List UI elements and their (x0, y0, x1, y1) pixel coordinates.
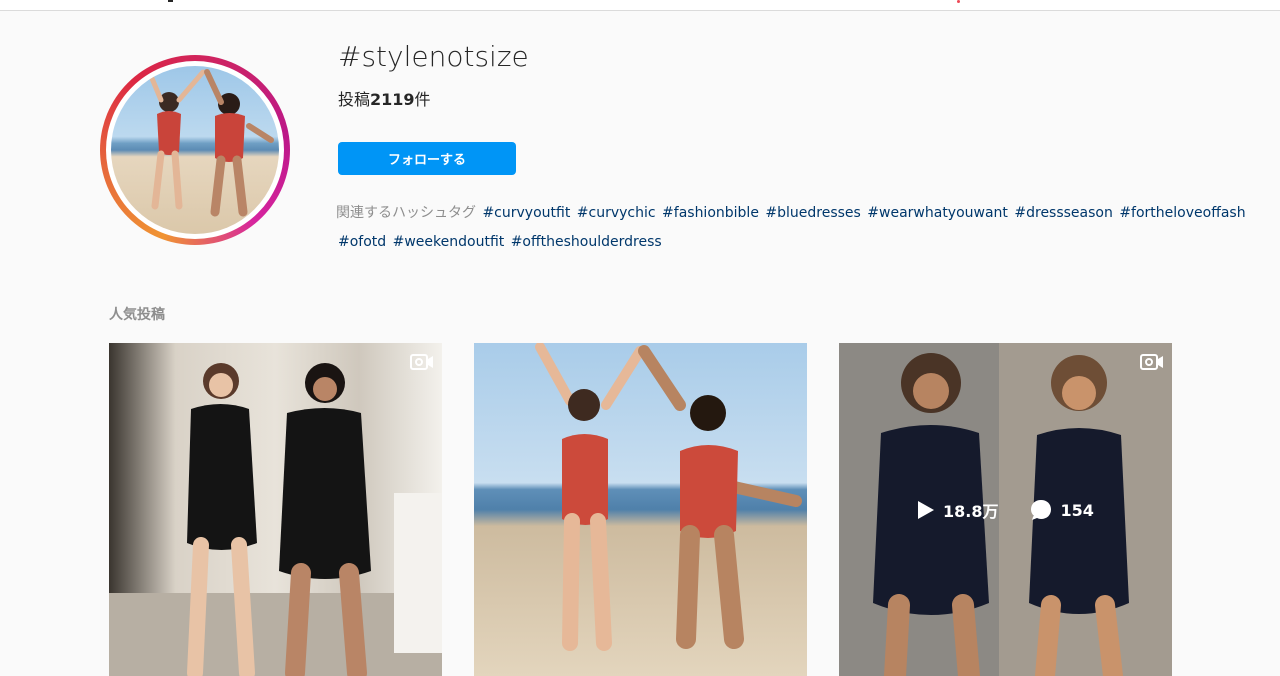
post-count-suffix: 件 (414, 90, 431, 109)
related-hashtag-link[interactable]: #ofotd (338, 234, 386, 250)
video-camera-icon (410, 354, 433, 370)
related-hashtag-link[interactable]: #bluedresses (765, 205, 860, 221)
related-hashtag-link[interactable]: #weekendoutfit (393, 234, 505, 250)
post-1-illustration (109, 363, 442, 676)
comment-count: 154 (1030, 499, 1094, 521)
post-count: 投稿2119件 (338, 86, 431, 110)
post-hover-stats: 18.8万 154 (917, 498, 1094, 522)
avatar-image (111, 66, 279, 234)
hashtag-title: #stylenotsize (338, 40, 529, 73)
notification-dot[interactable] (957, 0, 960, 3)
view-count: 18.8万 (917, 498, 998, 522)
avatar-photo-illustration (148, 69, 274, 217)
follow-button[interactable]: フォローする (338, 142, 516, 175)
avatar-border (106, 61, 284, 239)
post-thumbnail-1[interactable] (109, 343, 442, 676)
nav-fragment (168, 0, 173, 2)
comment-count-value: 154 (1060, 500, 1094, 520)
video-camera-icon (1140, 354, 1163, 370)
post-count-prefix: 投稿 (338, 90, 371, 109)
related-hashtag-link[interactable]: #curvyoutfit (482, 205, 570, 221)
related-hashtag-link[interactable]: #fortheloveoffash (1119, 205, 1245, 221)
post-thumbnail-3[interactable]: 18.8万 154 (839, 343, 1172, 676)
top-posts-heading: 人気投稿 (109, 307, 165, 323)
play-icon (918, 501, 934, 519)
comment-bubble-icon (1031, 500, 1052, 520)
related-hashtags-label: 関連するハッシュタグ (336, 205, 476, 221)
related-hashtags: 関連するハッシュタグ #curvyoutfit #curvychic #fash… (336, 199, 1280, 257)
post-count-value: 2119 (370, 90, 415, 109)
related-hashtag-link[interactable]: #wearwhatyouwant (867, 205, 1008, 221)
related-hashtag-link[interactable]: #offtheshoulderdress (511, 234, 662, 250)
post-2-illustration (535, 343, 802, 651)
related-hashtag-link[interactable]: #fashionbible (662, 205, 759, 221)
post-thumbnail-2[interactable] (474, 343, 807, 676)
hashtag-avatar[interactable] (100, 55, 290, 245)
view-count-value: 18.8万 (943, 502, 999, 521)
top-navigation-bar (0, 0, 1280, 11)
related-hashtag-link[interactable]: #dressseason (1014, 205, 1113, 221)
related-hashtag-link[interactable]: #curvychic (577, 205, 656, 221)
